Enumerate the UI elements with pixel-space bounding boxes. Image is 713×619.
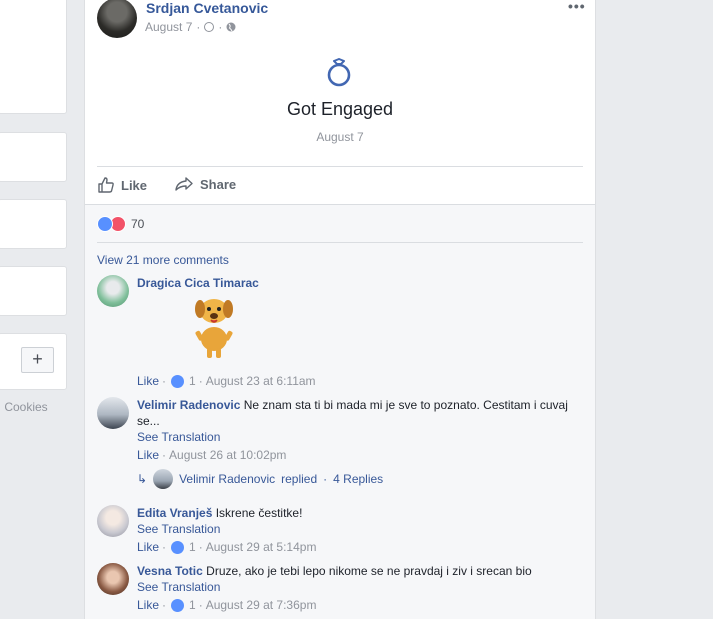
globe-icon[interactable] (226, 22, 236, 32)
comment-text: Druze, ako je tebi lepo nikome se ne pra… (206, 564, 532, 578)
share-label: Share (200, 176, 237, 192)
divider (97, 242, 583, 243)
comment-like-count[interactable]: 1 (189, 597, 196, 613)
ring-icon (327, 58, 351, 87)
comment-text: Iskrene čestitke! (215, 506, 303, 520)
commenter-name[interactable]: Dragica Cica Timarac (137, 276, 259, 290)
comment-time[interactable]: August 23 at 6:11am (206, 373, 316, 389)
share-icon (175, 177, 193, 191)
like-button[interactable]: Like (97, 176, 147, 194)
reply-arrow-icon: ↳ (137, 472, 148, 486)
replier-avatar (153, 469, 174, 489)
like-reaction-icon (171, 540, 185, 554)
post-date[interactable]: August 7 (145, 20, 192, 34)
reply-action: replied (281, 472, 318, 486)
share-button[interactable]: Share (174, 176, 236, 192)
comment-like-link[interactable]: Like (137, 539, 159, 555)
sidebar-card (0, 132, 67, 182)
reaction-count: 70 (131, 217, 145, 231)
more-options-icon[interactable]: ••• (568, 0, 586, 14)
author-name[interactable]: Srdjan Cvetanovic (146, 0, 268, 16)
life-event-title: Got Engaged (286, 99, 394, 119)
comment-like-count[interactable]: 1 (189, 373, 196, 389)
clock-icon (204, 22, 215, 32)
footer-links[interactable]: · Cookies (0, 400, 48, 414)
comment-like-link[interactable]: Like (137, 597, 159, 613)
see-translation-link[interactable]: See Translation (137, 579, 577, 595)
commenter-avatar[interactable] (97, 275, 129, 307)
comment-like-count[interactable]: 1 (189, 539, 196, 555)
post-meta: August 7 · · (145, 20, 236, 34)
replier-name: Velimir Radenovic (179, 472, 276, 486)
divider (97, 166, 583, 167)
life-event-date: August 7 (316, 130, 364, 144)
commenter-name[interactable]: Vesna Totic (137, 564, 203, 578)
comment-time[interactable]: August 29 at 7:36pm (206, 597, 317, 613)
thumbs-up-icon (98, 177, 114, 193)
feed-post: Srdjan Cvetanovic August 7 · · ••• Got E… (84, 0, 596, 619)
see-translation-link[interactable]: See Translation (137, 521, 577, 537)
sidebar-card: + (0, 333, 67, 390)
sidebar-card (0, 199, 67, 249)
comment-like-link[interactable]: Like (137, 373, 159, 389)
like-reaction-icon (171, 598, 185, 612)
commenter-name[interactable]: Velimir Radenovic (137, 398, 240, 412)
author-avatar[interactable] (97, 0, 137, 38)
replies-summary[interactable]: ↳ Velimir Radenovic replied · 4 Replies (137, 469, 383, 489)
comment-time[interactable]: August 29 at 5:14pm (206, 539, 317, 555)
reaction-summary[interactable]: 70 (97, 216, 144, 232)
reply-count: 4 Replies (333, 472, 384, 486)
commenter-avatar[interactable] (97, 505, 129, 537)
commenter-name[interactable]: Edita Vranješ (137, 506, 212, 520)
like-reaction-icon (171, 374, 185, 388)
add-button[interactable]: + (21, 347, 54, 373)
comments-section: 70 View 21 more comments Dragica Cica Ti… (85, 204, 595, 619)
view-more-comments-link[interactable]: View 21 more comments (97, 253, 229, 267)
sidebar-card (0, 266, 67, 316)
see-translation-link[interactable]: See Translation (137, 429, 577, 445)
meta-separator: · (218, 20, 223, 34)
commenter-avatar[interactable] (97, 563, 129, 595)
right-column (596, 0, 713, 619)
like-reaction-icon (97, 216, 113, 232)
meta-separator: · (196, 20, 201, 34)
sidebar-card (0, 0, 67, 114)
dog-sticker (195, 299, 233, 358)
commenter-avatar[interactable] (97, 397, 129, 429)
comment-like-link[interactable]: Like (137, 447, 159, 463)
like-label: Like (121, 177, 148, 193)
comment-time[interactable]: August 26 at 10:02pm (169, 447, 286, 463)
